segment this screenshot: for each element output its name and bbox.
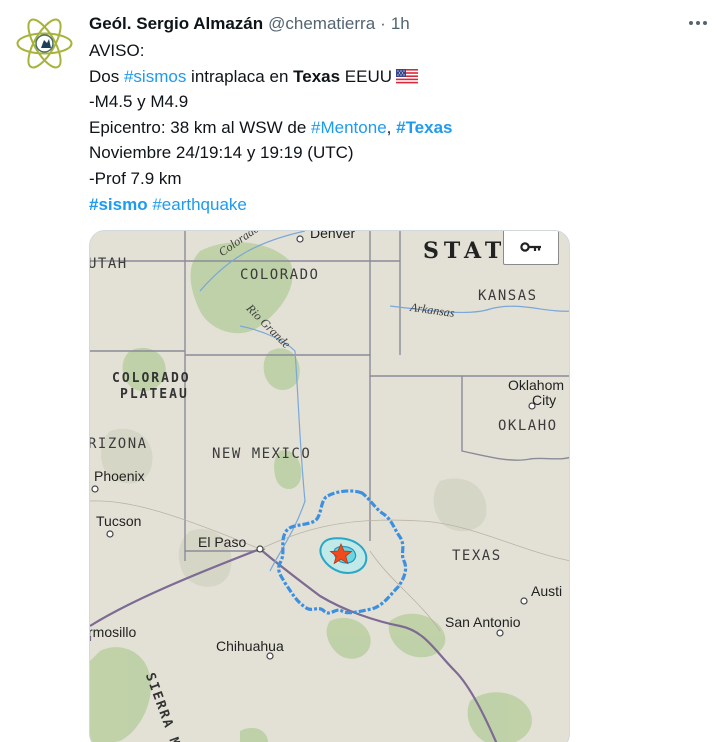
map-label-colorado-plateau-1: COLORADO [112, 371, 191, 386]
text-segment: Epicentro: 38 km al WSW de [89, 117, 312, 137]
text-line: -Prof 7.9 km [89, 166, 699, 192]
map-label-san-antonio: San Antonio [445, 614, 521, 630]
text-line: -M4.5 y M4.9 [89, 89, 699, 115]
map-label-texas: TEXAS [452, 548, 502, 564]
text-segment: intraplaca en [186, 66, 294, 86]
text-line: Epicentro: 38 km al WSW de #Mentone, #Te… [89, 115, 699, 141]
text-depth: -Prof 7.9 km [89, 168, 182, 188]
tweet: Geól. Sergio Almazán @chematierra · 1h A… [0, 0, 717, 742]
text-line: AVISO: [89, 38, 699, 64]
map-label-states: STAT [423, 238, 507, 264]
hashtag-sismos[interactable]: #sismos [124, 67, 186, 86]
text-datetime: Noviembre 24/19:14 y 19:19 (UTC) [89, 143, 354, 163]
text-segment: EEUU [340, 66, 393, 86]
atom-logo-icon [16, 18, 73, 69]
map-key-button[interactable] [503, 231, 559, 265]
map-label-oklahoma: OKLAHO [498, 418, 558, 434]
map-label-tucson: Tucson [96, 513, 142, 529]
map-label-hermosillo: rmosillo [89, 624, 137, 640]
map-label-austin: Austi [531, 583, 563, 599]
avatar[interactable] [13, 12, 76, 75]
map-label-oklahoma-city-2: City [532, 392, 557, 408]
hashtag-sismo[interactable]: #sismo [89, 195, 148, 214]
text-line: Noviembre 24/19:14 y 19:19 (UTC) [89, 140, 699, 166]
separator-dot: · [380, 14, 386, 33]
text-segment: Dos [89, 66, 124, 86]
map-label-new-mexico: NEW MEXICO [212, 446, 312, 462]
text-magnitudes: -M4.5 y M4.9 [89, 92, 189, 112]
map-label-el-paso: El Paso [198, 534, 247, 550]
author-name[interactable]: Geól. Sergio Almazán [89, 14, 263, 34]
hashtag-earthquake[interactable]: #earthquake [152, 195, 247, 214]
map-image[interactable]: Denver STAT UTAH COLORADO KANSAS Arkansa… [89, 230, 570, 742]
map-label-phoenix: Phoenix [94, 468, 145, 484]
tweet-text: AVISO: Dos #sismos intraplaca en Texas E… [89, 38, 699, 217]
text-line: Dos #sismos intraplaca en Texas EEUU [89, 64, 699, 90]
map-label-oklahoma-city-1: Oklahom [508, 377, 565, 393]
text-texas-bold: Texas [293, 66, 341, 86]
text-aviso: AVISO: [89, 41, 145, 60]
tweet-header: Geól. Sergio Almazán @chematierra · 1h [89, 13, 410, 35]
map-label-kansas: KANSAS [478, 288, 538, 304]
hashtag-texas[interactable]: #Texas [396, 118, 452, 137]
key-icon [520, 242, 541, 252]
timestamp[interactable]: 1h [391, 14, 410, 34]
text-line: #sismo #earthquake [89, 192, 699, 218]
author-handle[interactable]: @chematierra [268, 14, 375, 34]
map-label-colorado-plateau-2: PLATEAU [120, 387, 189, 402]
text-segment: , [386, 117, 397, 137]
map-label-arizona: RIZONA [89, 436, 148, 452]
more-options-button[interactable] [683, 12, 713, 34]
map-label-colorado: COLORADO [240, 267, 320, 283]
hashtag-mentone[interactable]: #Mentone [311, 118, 387, 137]
map-label-utah: UTAH [89, 256, 128, 272]
map-label-denver: Denver [310, 230, 356, 241]
more-dots-icon [688, 21, 709, 25]
map-background [90, 231, 569, 742]
map-label-chihuahua: Chihuahua [216, 638, 284, 654]
us-flag-icon [396, 68, 419, 84]
